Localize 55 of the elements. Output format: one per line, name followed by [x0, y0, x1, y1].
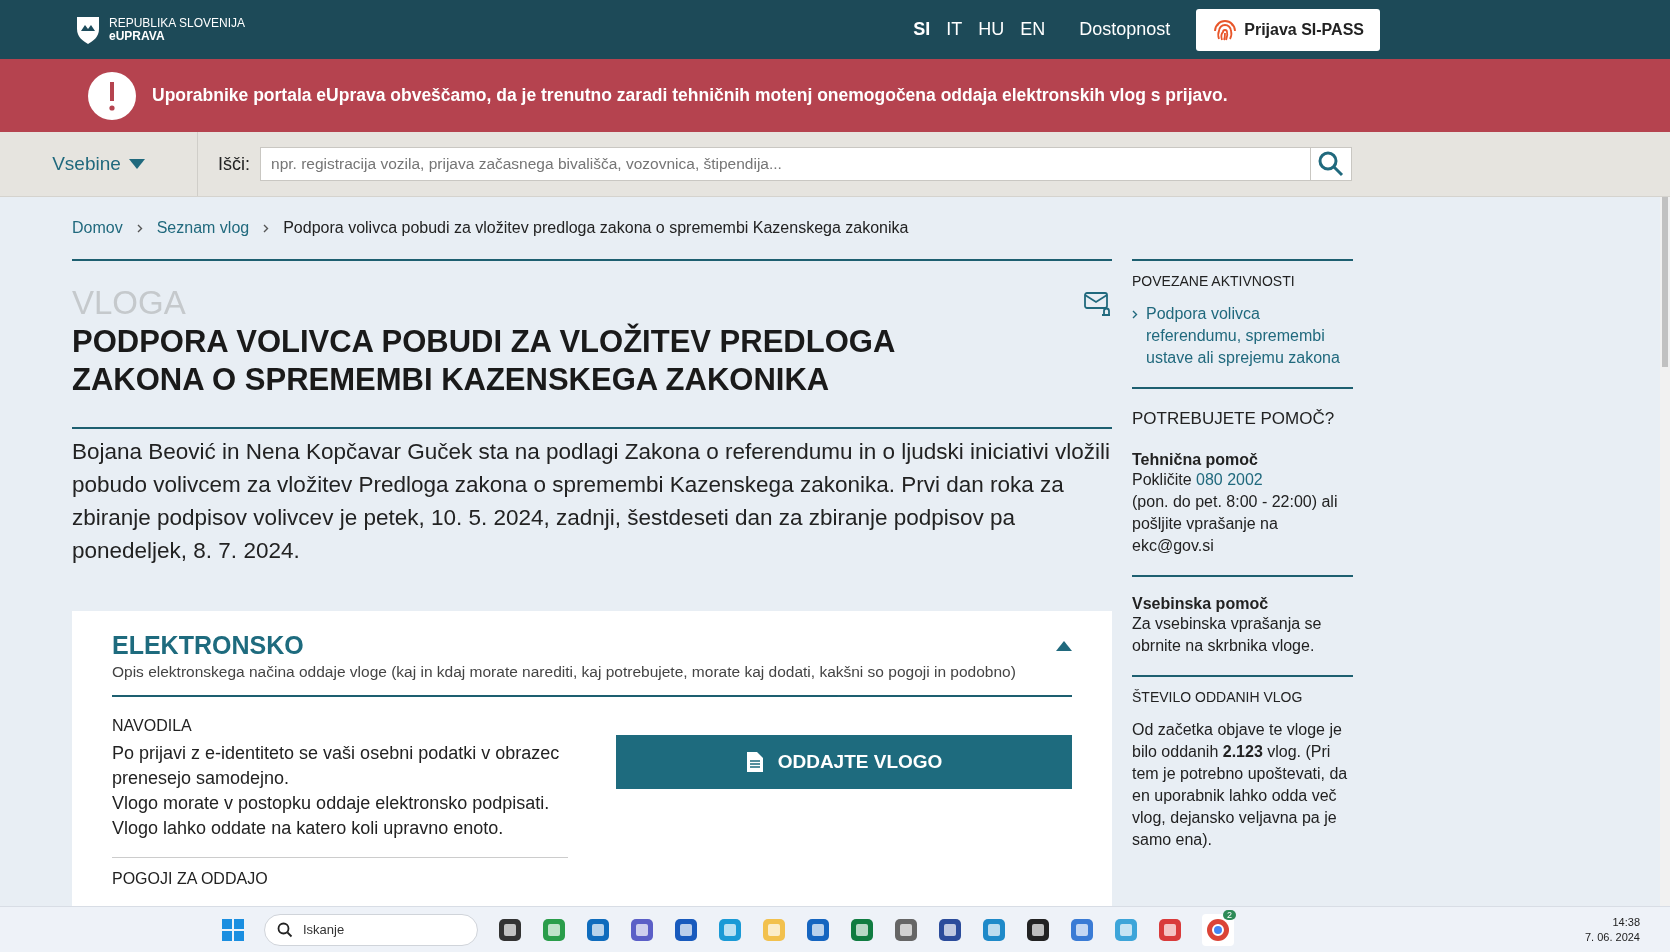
accessibility-link[interactable]: Dostopnost	[1079, 19, 1171, 40]
search-button[interactable]	[1310, 147, 1352, 181]
search-label: Išči:	[218, 153, 250, 175]
notification-badge: 2	[1223, 909, 1236, 920]
clock-date: 7. 06. 2024	[1584, 929, 1640, 945]
content-help-text: Za vsebinska vprašanja se obrnite na skrbnika vloge.	[1132, 614, 1323, 656]
browser-taskbar-button[interactable]: 2	[1202, 913, 1234, 946]
document-icon	[745, 752, 764, 772]
language-link[interactable]: IT	[946, 19, 963, 40]
windows-logo-icon[interactable]	[222, 918, 244, 941]
technical-help-text: Pokličite 080 2002 (pon. do pet. 8:00 - 22:00) ali pošljite vprašanje na ekc@gov.si	[1132, 470, 1339, 556]
count-text: Od začetka objave te vloge je bilo oddanih 2.123 vlog. (Pri tem je potrebno upoštevati, da en uporabnik lahko odda več vlog, dejansko veljavna pa je samo ena).	[1132, 720, 1349, 850]
language-link[interactable]: SI	[913, 19, 931, 40]
mail-bell-icon[interactable]	[1084, 291, 1112, 317]
related-link[interactable]: Podpora volivca referendumu, spremembi ustave ali sprejemu zakona	[1146, 303, 1353, 369]
language-link[interactable]: HU	[978, 19, 1005, 40]
submit-button[interactable]: ODDAJTE VLOGO	[616, 735, 1072, 789]
conditions-heading: POGOJI ZA ODDAJO	[112, 857, 568, 888]
logo-link[interactable]: REPUBLIKA SLOVENIJA eUPRAVA	[75, 14, 246, 45]
collapse-triangle-icon[interactable]	[1056, 641, 1072, 651]
chevron-icon	[1132, 310, 1138, 319]
phone-link[interactable]: 080 2002	[1196, 471, 1263, 488]
chevron-icon	[263, 223, 270, 233]
content-help-title: Vsebinska pomoč	[1132, 595, 1270, 613]
page-title: PODPORA VOLIVCA POBUDI ZA VLOŽITEV PREDLOGA ZAKONA O SPREMEMBI KAZENSKEGA ZAKONIKA	[72, 323, 896, 399]
instruction-text: Vlogo morate v postopku oddaje elektronsko podpisati.	[112, 792, 551, 815]
help-heading: POTREBUJETE POMOČ?	[1132, 409, 1336, 429]
alert-text: Uporabnike portala eUprava obveščamo, da je trenutno zaradi tehničnih motenj onemogočena oddaja elektronskih vlog s prijavo.	[152, 85, 1228, 106]
breadcrumb-link[interactable]: Seznam vlog	[156, 219, 250, 237]
search-icon	[1318, 151, 1344, 177]
chevron-icon	[136, 223, 143, 233]
section-subtitle: Opis elektronskega načina oddaje vloge (kaj in kdaj morate narediti, kaj potrebujete, morate kaj dodati, kakšni so pogoji in podobno)	[112, 663, 1016, 681]
instruction-text: Vlogo lahko oddate na katero koli upravno enoto.	[112, 817, 505, 840]
search-icon	[277, 921, 293, 938]
exclamation-icon	[88, 71, 136, 120]
coat-of-arms-icon	[75, 14, 101, 45]
section-title: ELEKTRONSKO	[112, 631, 305, 660]
description-text: Bojana Beović in Nena Kopčavar Guček sta na podlagi Zakona o referendumu in o ljudski iniciativi vložili pobudo volivcem za vložitev Predloga zakona o spremembi Kazenskega zakonika. Prvi dan roka za zbiranje podpisov volivcev je petek, 10. 5. 2024, zadnji, šestdeseti dan za zbiranje podpisov pa ponedeljek, 8. 7. 2024.	[72, 438, 1112, 565]
breadcrumb-current: Podpora volivca pobudi za vložitev predloga zakona o spremembi Kazenskega zakonika	[283, 219, 909, 237]
caret-icon	[128, 159, 145, 169]
taskbar-search-field[interactable]: Iskanje	[264, 913, 478, 946]
content-menu-button[interactable]: Vsebine	[0, 132, 198, 196]
logo-text: eUPRAVA	[109, 29, 166, 43]
logo-text: REPUBLIKA SLOVENIJA	[109, 16, 246, 30]
login-button[interactable]: Prijava SI-PASS	[1196, 8, 1380, 51]
count-heading: ŠTEVILO ODDANIH VLOG	[1132, 689, 1304, 705]
instructions-heading: NAVODILA	[112, 717, 193, 735]
language-link[interactable]: EN	[1020, 19, 1046, 40]
scrollbar-thumb[interactable]	[1662, 197, 1668, 367]
breadcrumb-link[interactable]: Domov	[72, 219, 123, 237]
technical-help-title: Tehnična pomoč	[1132, 451, 1259, 469]
instruction-text: Po prijavi z e-identiteto se vaši osebni podatki v obrazec prenesejo samodejno.	[112, 742, 561, 790]
related-heading: POVEZANE AKTIVNOSTI	[1132, 273, 1296, 289]
clock-time: 14:38	[1612, 914, 1640, 930]
search-field[interactable]: npr. registracija vozila, prijava začasnega bivališča, vozovnica, štipendija...	[260, 147, 1310, 181]
